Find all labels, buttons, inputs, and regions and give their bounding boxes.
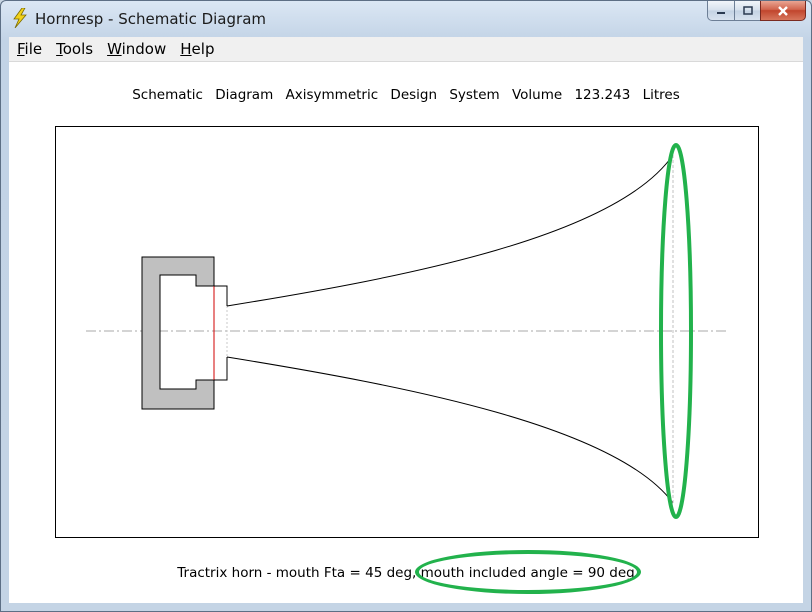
schematic-drawing <box>86 143 728 519</box>
maximize-button[interactable] <box>734 1 760 21</box>
minimize-button[interactable] <box>707 1 734 21</box>
client-area: Schematic Diagram Axisymmetric Design Sy… <box>9 62 803 603</box>
menu-tools[interactable]: Tools <box>56 40 93 58</box>
menu-bar: File Tools Window Help <box>9 37 803 62</box>
window-title: Hornresp - Schematic Diagram <box>35 10 266 28</box>
menu-file[interactable]: File <box>17 40 42 58</box>
horn-flare-lower <box>226 356 674 504</box>
minimize-icon <box>717 11 725 14</box>
diagram-header: Schematic Diagram Axisymmetric Design Sy… <box>132 87 680 103</box>
close-button[interactable] <box>760 1 806 21</box>
close-icon <box>778 5 788 16</box>
horn-flare-upper <box>226 154 674 307</box>
title-bar[interactable]: Hornresp - Schematic Diagram <box>1 1 811 35</box>
schematic-diagram <box>55 126 759 538</box>
maximize-icon <box>742 5 753 15</box>
lightning-bolt-icon <box>13 8 27 28</box>
caption-buttons <box>707 1 806 23</box>
caption-highlight <box>415 550 641 594</box>
diagram-caption: Tractrix horn - mouth Fta = 45 deg, mout… <box>177 565 635 581</box>
throat-chamber <box>214 285 228 381</box>
menu-help[interactable]: Help <box>180 40 214 58</box>
menu-window[interactable]: Window <box>107 40 166 58</box>
app-window: Hornresp - Schematic Diagram File Tools … <box>0 0 812 612</box>
rear-chamber <box>141 256 215 410</box>
